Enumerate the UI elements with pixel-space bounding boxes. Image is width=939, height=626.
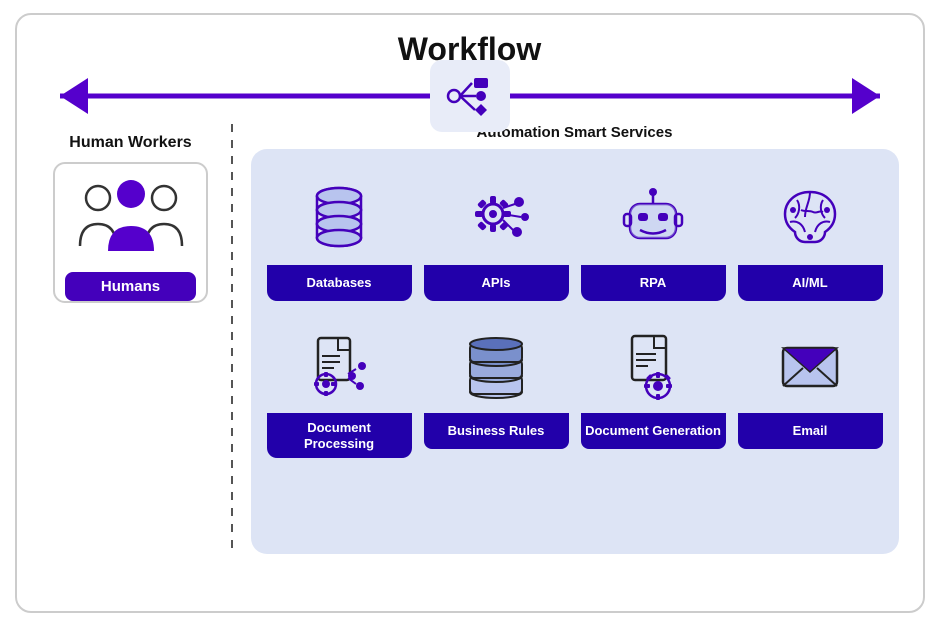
rpa-label: RPA xyxy=(581,265,726,301)
workflow-arrow-row xyxy=(41,78,899,114)
apis-icon-area xyxy=(424,165,569,265)
human-workers-heading: Human Workers xyxy=(69,134,191,152)
humans-card-label: Humans xyxy=(65,272,196,301)
arrow-right-icon xyxy=(852,78,880,114)
main-container: Workflow xyxy=(15,13,925,613)
doc-generation-label: Document Generation xyxy=(581,413,726,449)
aiml-icon-area xyxy=(738,165,883,265)
right-panel: Automation Smart Services xyxy=(243,124,899,554)
service-card-databases: Databases xyxy=(267,165,412,301)
doc-processing-icon-area xyxy=(267,313,412,413)
apis-label: APIs xyxy=(424,265,569,301)
business-rules-label: Business Rules xyxy=(424,413,569,449)
workflow-icon-box xyxy=(430,60,510,132)
database-icon xyxy=(304,182,374,252)
bidirectional-arrow xyxy=(60,78,880,114)
automation-heading: Automation Smart Services xyxy=(251,124,899,141)
service-card-business-rules: Business Rules xyxy=(424,313,569,458)
arrow-left-icon xyxy=(60,78,88,114)
robot-icon xyxy=(618,182,688,252)
databases-label: Databases xyxy=(267,265,412,301)
service-card-aiml: AI/ML xyxy=(738,165,883,301)
doc-generation-icon xyxy=(618,330,688,400)
main-content-row: Human Workers Humans xyxy=(41,124,899,554)
brain-icon xyxy=(775,182,845,252)
email-label: Email xyxy=(738,413,883,449)
doc-processing-icon xyxy=(304,330,374,400)
rpa-icon-area xyxy=(581,165,726,265)
books-icon xyxy=(461,330,531,400)
doc-processing-label: Document Processing xyxy=(267,413,412,458)
left-panel: Human Workers Humans xyxy=(41,124,221,554)
service-card-doc-processing: Document Processing xyxy=(267,313,412,458)
services-grid: Databases xyxy=(267,165,883,458)
service-card-doc-generation: Document Generation xyxy=(581,313,726,458)
dashed-divider xyxy=(231,124,233,554)
workflow-diagram-icon xyxy=(444,70,496,122)
email-icon xyxy=(775,330,845,400)
services-grid-container: Databases xyxy=(251,149,899,554)
aiml-label: AI/ML xyxy=(738,265,883,301)
humans-card: Humans xyxy=(53,162,208,303)
service-card-rpa: RPA xyxy=(581,165,726,301)
service-card-apis: APIs xyxy=(424,165,569,301)
databases-icon-area xyxy=(267,165,412,265)
service-card-email: Email xyxy=(738,313,883,458)
api-icon xyxy=(461,182,531,252)
business-rules-icon-area xyxy=(424,313,569,413)
email-icon-area xyxy=(738,313,883,413)
doc-generation-icon-area xyxy=(581,313,726,413)
humans-icon xyxy=(76,176,186,266)
